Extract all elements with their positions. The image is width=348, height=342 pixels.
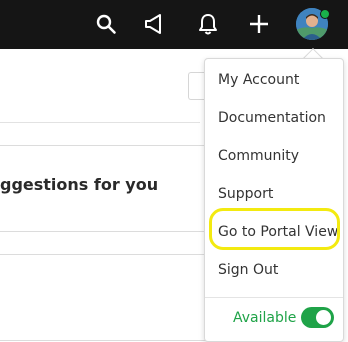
menu-item-portal-view[interactable]: Go to Portal View (218, 223, 338, 241)
background-divider (0, 340, 210, 341)
menu-item-support[interactable]: Support (218, 185, 273, 203)
user-menu: My Account Documentation Community Suppo… (204, 58, 344, 342)
background-divider (0, 231, 210, 232)
search-icon[interactable] (92, 10, 120, 38)
menu-divider (205, 297, 343, 298)
menu-item-sign-out[interactable]: Sign Out (218, 261, 278, 279)
availability-toggle[interactable] (301, 307, 334, 328)
background-divider (0, 254, 210, 255)
menu-item-documentation[interactable]: Documentation (218, 109, 326, 127)
online-status-dot (320, 9, 330, 19)
user-avatar-button[interactable] (296, 8, 330, 40)
bell-icon[interactable] (194, 10, 222, 38)
megaphone-icon[interactable] (140, 10, 168, 38)
top-bar (0, 0, 348, 49)
background-panel (0, 49, 200, 123)
menu-item-my-account[interactable]: My Account (218, 71, 299, 89)
plus-icon[interactable] (245, 10, 273, 38)
background-heading: ggestions for you (0, 175, 159, 194)
availability-label: Available (233, 310, 297, 326)
menu-item-community[interactable]: Community (218, 147, 299, 165)
background-divider (0, 145, 210, 146)
toggle-knob (316, 310, 331, 325)
